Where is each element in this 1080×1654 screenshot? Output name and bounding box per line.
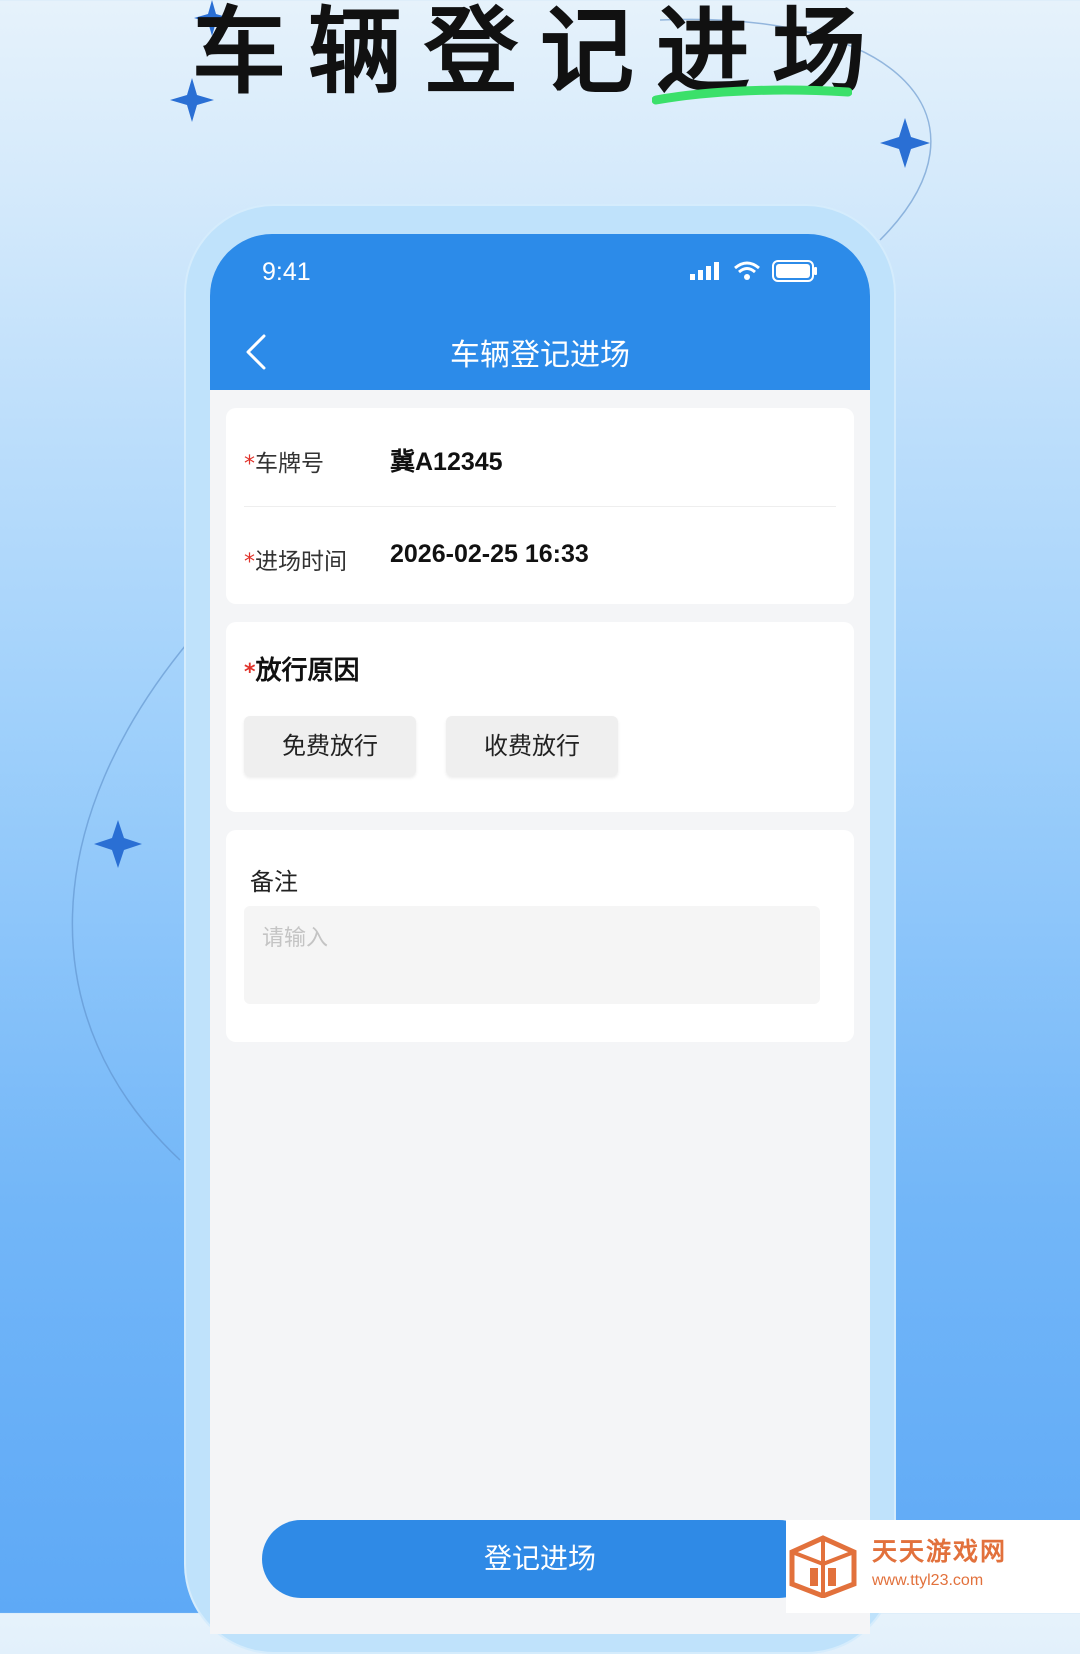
- entry-time-label-text: 进场时间: [255, 549, 347, 575]
- sparkle-icon: [94, 820, 142, 868]
- status-time: 9:41: [262, 258, 311, 286]
- plate-label: *车牌号: [244, 444, 324, 478]
- entry-time-row[interactable]: *进场时间 2026-02-25 16:33: [244, 506, 836, 604]
- entry-time-value: 2026-02-25 16:33: [390, 540, 589, 568]
- watermark: 天天游戏网 www.ttyl23.com: [786, 1520, 1080, 1613]
- required-mark: *: [244, 550, 255, 575]
- signal-icon: [690, 262, 719, 280]
- headline-highlight-stroke: [652, 85, 852, 105]
- required-mark: *: [244, 660, 256, 685]
- watermark-logo-icon: [789, 1535, 857, 1598]
- register-entry-button[interactable]: 登记进场: [262, 1520, 818, 1598]
- orbit-curve-left: [71, 639, 191, 1161]
- plate-label-text: 车牌号: [255, 451, 324, 477]
- sparkle-icon: [880, 118, 930, 168]
- free-release-option[interactable]: 免费放行: [244, 716, 416, 776]
- release-reason-title: *放行原因: [244, 650, 360, 687]
- plate-row[interactable]: *车牌号 冀A12345: [244, 408, 836, 507]
- release-reason-card: *放行原因 免费放行 收费放行: [226, 622, 854, 812]
- watermark-url: www.ttyl23.com: [872, 1572, 984, 1589]
- remark-label: 备注: [250, 868, 298, 896]
- wifi-icon: [734, 261, 760, 280]
- phone-screen: 9:41 车辆登记进场 *车牌号 冀A12345 *进场时间 2026-02-2…: [210, 234, 870, 1634]
- plate-value: 冀A12345: [390, 448, 503, 476]
- nav-title: 车辆登记进场: [450, 338, 630, 373]
- status-icons: [690, 260, 818, 282]
- entry-time-label: *进场时间: [244, 542, 347, 576]
- release-reason-title-text: 放行原因: [255, 656, 360, 686]
- watermark-name: 天天游戏网: [872, 1537, 1008, 1566]
- promo-headline: 车辆登记进场: [191, 0, 888, 107]
- vehicle-info-card: *车牌号 冀A12345 *进场时间 2026-02-25 16:33: [226, 408, 854, 604]
- battery-icon: [772, 260, 817, 282]
- remark-input[interactable]: [244, 906, 820, 1004]
- remark-card: 备注: [226, 830, 854, 1042]
- required-mark: *: [244, 452, 255, 477]
- paid-release-option[interactable]: 收费放行: [446, 716, 618, 776]
- app-header: 9:41 车辆登记进场: [210, 234, 870, 390]
